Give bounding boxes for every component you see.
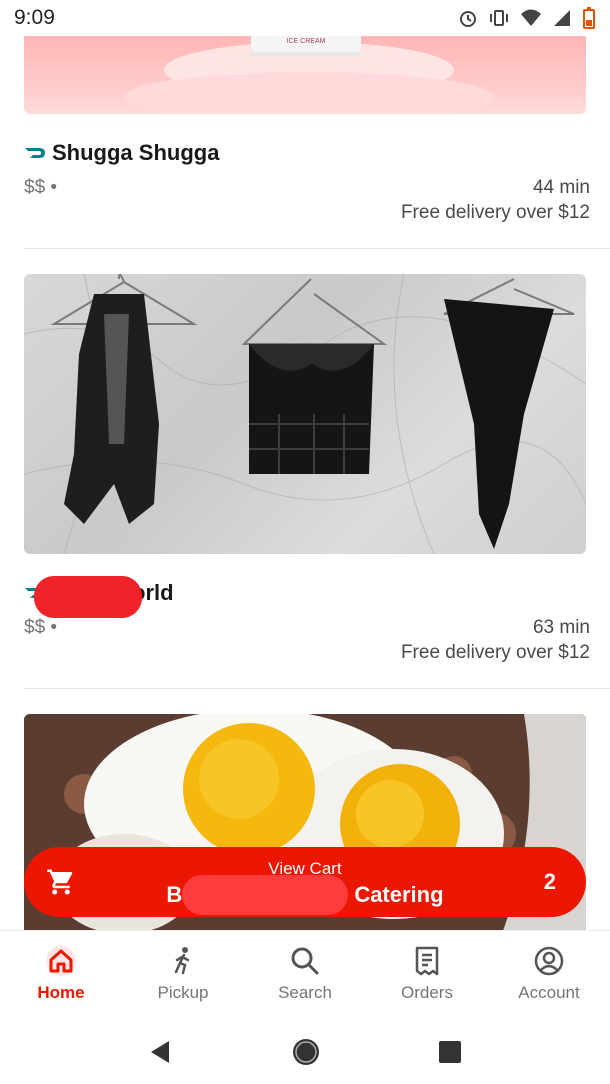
account-icon <box>534 946 564 976</box>
view-cart-button[interactable]: View Cart B Catering 2 <box>24 847 586 917</box>
store-feed[interactable]: ICE CREAM Shugga Shugga $$ • 44 min Free… <box>0 36 610 930</box>
delivery-time-2: 63 min <box>532 617 590 638</box>
tab-search[interactable]: Search <box>244 931 366 1020</box>
ice-cream-tub-rim <box>249 52 363 56</box>
store-image-2[interactable] <box>24 274 586 554</box>
price-range: $$ • <box>24 177 58 198</box>
status-icons <box>458 7 596 29</box>
tab-label: Orders <box>401 983 453 1002</box>
search-icon <box>291 947 319 975</box>
home-button-icon[interactable] <box>290 1036 322 1068</box>
delivery-fee: Free delivery over $12 <box>400 202 590 223</box>
back-icon[interactable] <box>147 1038 175 1066</box>
tab-orders[interactable]: Orders <box>366 931 488 1020</box>
tab-label: Search <box>278 983 332 1002</box>
redaction-mark <box>34 576 142 618</box>
walking-icon <box>174 947 190 975</box>
tab-label: Home <box>37 983 85 1002</box>
cart-item-count: 2 <box>543 869 556 894</box>
divider-2 <box>24 688 610 689</box>
dashpass-icon <box>25 148 45 158</box>
tab-pickup[interactable]: Pickup <box>122 931 244 1020</box>
tab-home[interactable]: Home <box>0 931 122 1020</box>
delivery-time: 44 min <box>532 177 590 198</box>
tab-label: Pickup <box>157 983 209 1002</box>
tab-label: Account <box>518 983 580 1002</box>
recents-icon[interactable] <box>437 1039 463 1065</box>
wifi-icon <box>521 9 541 26</box>
divider <box>24 248 610 249</box>
price-range-2: $$ • <box>24 617 58 638</box>
redaction-mark <box>182 875 348 915</box>
system-nav-bar <box>0 1020 610 1084</box>
cart-store-prefix: B <box>166 882 183 907</box>
tab-account[interactable]: Account <box>488 931 610 1020</box>
battery-icon <box>583 7 595 29</box>
product-pedestal-base <box>124 72 494 114</box>
store-name: Shugga Shugga <box>52 140 220 165</box>
delivery-fee-2: Free delivery over $12 <box>400 642 590 663</box>
ice-cream-tub: ICE CREAM <box>251 36 361 52</box>
status-time: 9:09 <box>14 6 55 29</box>
receipt-icon <box>415 946 439 976</box>
signal-icon <box>554 10 570 26</box>
bottom-tab-bar: Home Pickup Search Orders Account <box>0 930 610 1020</box>
cart-store-suffix: Catering <box>354 882 444 907</box>
clothing-photo <box>24 274 586 554</box>
alarm-icon <box>460 11 476 27</box>
vibrate-icon <box>490 10 508 26</box>
store-image-shugga-shugga[interactable]: ICE CREAM <box>24 36 586 114</box>
store-name-row[interactable]: Shugga Shugga <box>24 140 219 166</box>
status-bar: 9:09 <box>0 0 610 36</box>
home-icon <box>46 946 76 976</box>
